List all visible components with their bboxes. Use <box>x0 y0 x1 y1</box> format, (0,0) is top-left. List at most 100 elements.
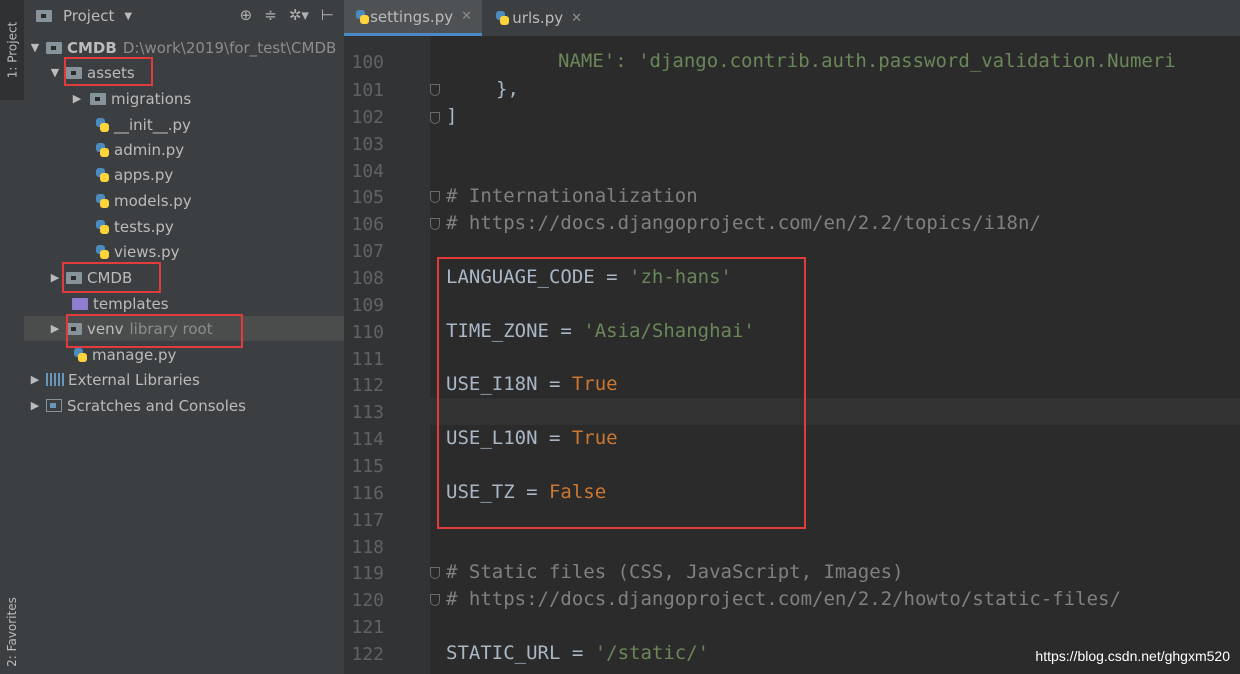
expanded-arrow-icon[interactable]: ▼ <box>48 66 62 79</box>
python-file-icon <box>94 167 110 183</box>
line-number: 100 <box>351 52 384 73</box>
fold-marker-icon[interactable] <box>430 112 440 124</box>
line-number: 109 <box>351 295 384 316</box>
line-number: 115 <box>351 456 384 477</box>
python-file-icon <box>494 10 510 26</box>
line-number: 104 <box>351 161 384 182</box>
tab-settings-py[interactable]: settings.py ✕ <box>344 0 482 36</box>
library-icon <box>46 373 64 386</box>
python-file-icon <box>94 142 110 158</box>
line-number: 116 <box>351 483 384 504</box>
collapsed-arrow-icon[interactable]: ▶ <box>28 373 42 386</box>
code-line-100: NAME': 'django.contrib.auth.password_val… <box>558 50 1176 72</box>
fold-marker-icon[interactable] <box>430 218 440 230</box>
fold-marker-icon[interactable] <box>430 191 440 203</box>
line-number: 107 <box>351 241 384 262</box>
tree-item-scratches[interactable]: ▶ Scratches and Consoles <box>24 393 348 418</box>
line-number: 113 <box>351 402 384 423</box>
line-number: 111 <box>351 349 384 370</box>
fold-marker-icon[interactable] <box>430 594 440 606</box>
project-tool-tab-label: 1: Project <box>5 21 19 79</box>
project-tool-tab[interactable]: 1: Project <box>0 0 24 100</box>
hide-panel-icon[interactable]: ⊢ <box>321 6 334 24</box>
line-number: 102 <box>351 107 384 128</box>
code-line-102: ] <box>446 105 458 127</box>
code-line-101: }, <box>496 78 519 100</box>
code-line-106: # https://docs.djangoproject.com/en/2.2/… <box>446 212 1041 234</box>
line-number: 122 <box>351 644 384 665</box>
code-line-120: # https://docs.djangoproject.com/en/2.2/… <box>446 588 1121 610</box>
line-number: 108 <box>351 268 384 289</box>
fold-marker-icon[interactable] <box>430 567 440 579</box>
line-number: 105 <box>351 187 384 208</box>
python-file-icon <box>94 219 110 235</box>
tree-item-migrations[interactable]: ▶ migrations <box>24 86 390 111</box>
annotation-box-venv <box>66 314 243 348</box>
line-number: 101 <box>351 80 384 101</box>
setting-name: STATIC_URL = <box>446 642 595 664</box>
collapsed-arrow-icon[interactable]: ▶ <box>28 399 42 412</box>
project-view-selector[interactable]: Project ▼ <box>36 7 132 25</box>
close-icon[interactable]: ✕ <box>461 9 472 24</box>
tree-item-label: manage.py <box>92 345 177 364</box>
editor-tab-bar: settings.py ✕ urls.py ✕ <box>344 0 1240 37</box>
templates-folder-icon <box>72 297 88 310</box>
tool-window-strip: 1: Project 2: Favorites <box>0 0 25 674</box>
python-file-icon <box>72 347 88 363</box>
project-panel-title: Project <box>63 7 115 25</box>
code-line-105: # Internationalization <box>446 185 698 207</box>
python-file-icon <box>354 9 370 25</box>
tree-item-label: External Libraries <box>68 370 200 389</box>
tree-item-label: templates <box>93 294 169 313</box>
locate-icon[interactable]: ⊕ <box>240 6 253 24</box>
line-number: 119 <box>351 563 384 584</box>
tab-label: urls.py <box>512 9 564 27</box>
folder-icon <box>46 41 62 54</box>
line-number: 106 <box>351 214 384 235</box>
tree-item-path: D:\work\2019\for_test\CMDB <box>122 38 337 57</box>
annotation-box-assets <box>64 57 153 86</box>
tree-item-label: tests.py <box>114 217 174 236</box>
python-file-icon <box>94 193 110 209</box>
tree-item-label: views.py <box>114 242 180 261</box>
tree-item-label: __init__.py <box>114 115 191 134</box>
python-file-icon <box>94 244 110 260</box>
tree-item-label: Scratches and Consoles <box>67 396 246 415</box>
gear-icon[interactable]: ✲▾ <box>289 6 309 24</box>
annotation-box-i18n-settings <box>437 257 806 529</box>
collapsed-arrow-icon[interactable]: ▶ <box>48 322 62 335</box>
tree-item-label: admin.py <box>114 140 185 159</box>
expanded-arrow-icon[interactable]: ▼ <box>28 41 42 54</box>
tab-urls-py[interactable]: urls.py ✕ <box>484 0 592 36</box>
chevron-down-icon: ▼ <box>124 10 133 22</box>
line-number: 112 <box>351 375 384 396</box>
code-line-119: # Static files (CSS, JavaScript, Images) <box>446 561 904 583</box>
line-number: 114 <box>351 429 384 450</box>
favorites-tool-tab[interactable]: 2: Favorites <box>0 590 24 674</box>
tree-item-label: migrations <box>111 89 192 108</box>
line-number: 121 <box>351 617 384 638</box>
line-number: 110 <box>351 322 384 343</box>
tree-item-external-libraries[interactable]: ▶ External Libraries <box>24 367 348 392</box>
line-number: 120 <box>351 590 384 611</box>
close-icon[interactable]: ✕ <box>571 11 582 26</box>
tab-label: settings.py <box>370 7 454 26</box>
line-number: 117 <box>351 510 384 531</box>
string-value: '/static/' <box>594 642 710 664</box>
folder-icon <box>90 92 106 105</box>
annotation-box-cmdb <box>62 262 161 293</box>
tree-item-label: apps.py <box>114 165 174 184</box>
collapse-all-icon[interactable]: ≑ <box>264 6 277 24</box>
collapsed-arrow-icon[interactable]: ▶ <box>48 271 62 284</box>
project-panel-header: Project ▼ ⊕ ≑ ✲▾ ⊢ <box>24 0 344 34</box>
collapsed-arrow-icon[interactable]: ▶ <box>70 92 84 105</box>
code-line-122: STATIC_URL = '/static/' <box>446 642 709 664</box>
tree-item-templates[interactable]: templates <box>24 291 392 316</box>
line-number-gutter: 100 101 102 103 104 105 106 107 108 109 … <box>344 36 430 674</box>
fold-marker-icon[interactable] <box>430 84 440 96</box>
favorites-tool-tab-label: 2: Favorites <box>5 597 20 667</box>
tree-item-label: CMDB <box>67 38 117 57</box>
code-editor[interactable]: NAME': 'django.contrib.auth.password_val… <box>430 36 1240 674</box>
scratches-icon <box>46 399 62 412</box>
tree-item-label: models.py <box>114 191 192 210</box>
